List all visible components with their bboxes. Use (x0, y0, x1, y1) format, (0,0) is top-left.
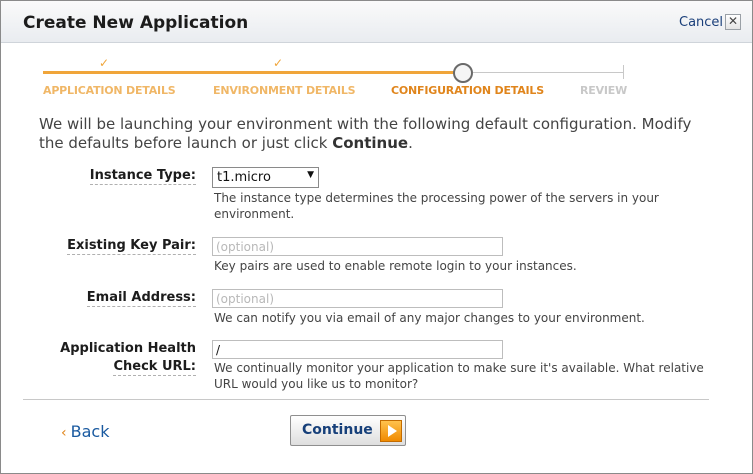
wizard-progress: ✓ ✓ APPLICATION DETAILS ENVIRONMENT DETA… (41, 56, 631, 101)
intro-text: We will be launching your environment wi… (39, 115, 719, 153)
footer-divider (23, 399, 709, 400)
continue-label: Continue (302, 422, 373, 438)
progress-end-tick (623, 65, 624, 79)
health-url-label-line1: Application Health (60, 341, 196, 356)
intro-text-end: . (408, 134, 413, 152)
health-url-label-line2: Check URL: (113, 359, 196, 376)
key-pair-help: Key pairs are used to enable remote logi… (214, 259, 577, 273)
instance-type-value: t1.micro (217, 170, 271, 185)
step-2-check-icon: ✓ (273, 56, 284, 70)
create-application-dialog: Create New Application Cancel ✕ ✓ ✓ APPL… (0, 0, 753, 474)
back-link[interactable]: ‹ Back (61, 422, 109, 441)
key-pair-label: Existing Key Pair: (67, 238, 196, 255)
step-configuration-details: CONFIGURATION DETAILS (391, 84, 544, 97)
step-review: REVIEW (580, 84, 628, 97)
email-label: Email Address: (86, 290, 196, 307)
health-url-help: We continually monitor your application … (214, 361, 704, 391)
dialog-titlebar: Create New Application Cancel ✕ (1, 1, 752, 43)
progress-line-completed (43, 71, 455, 74)
close-icon[interactable]: ✕ (725, 14, 741, 30)
intro-emphasis: Continue (332, 134, 409, 152)
cancel-link[interactable]: Cancel (679, 15, 723, 30)
health-url-input[interactable] (212, 340, 503, 359)
step-1-check-icon: ✓ (99, 56, 110, 70)
instance-type-label: Instance Type: (89, 168, 196, 185)
step-environment-details: ENVIRONMENT DETAILS (213, 84, 356, 97)
dropdown-arrow-icon: ▼ (307, 170, 314, 180)
step-application-details: APPLICATION DETAILS (43, 84, 176, 97)
instance-type-help: The instance type determines the process… (214, 191, 659, 221)
arrow-right-icon (380, 420, 402, 442)
dialog-title: Create New Application (23, 13, 249, 33)
progress-line-remaining (473, 72, 623, 73)
continue-button[interactable]: Continue (290, 415, 406, 446)
current-step-circle-icon (453, 63, 473, 83)
email-input[interactable] (212, 289, 503, 308)
email-help: We can notify you via email of any major… (214, 311, 645, 325)
key-pair-input[interactable] (212, 237, 503, 256)
chevron-left-icon: ‹ (61, 425, 67, 441)
back-label: Back (70, 422, 110, 441)
instance-type-select[interactable]: t1.micro ▼ (212, 167, 319, 188)
